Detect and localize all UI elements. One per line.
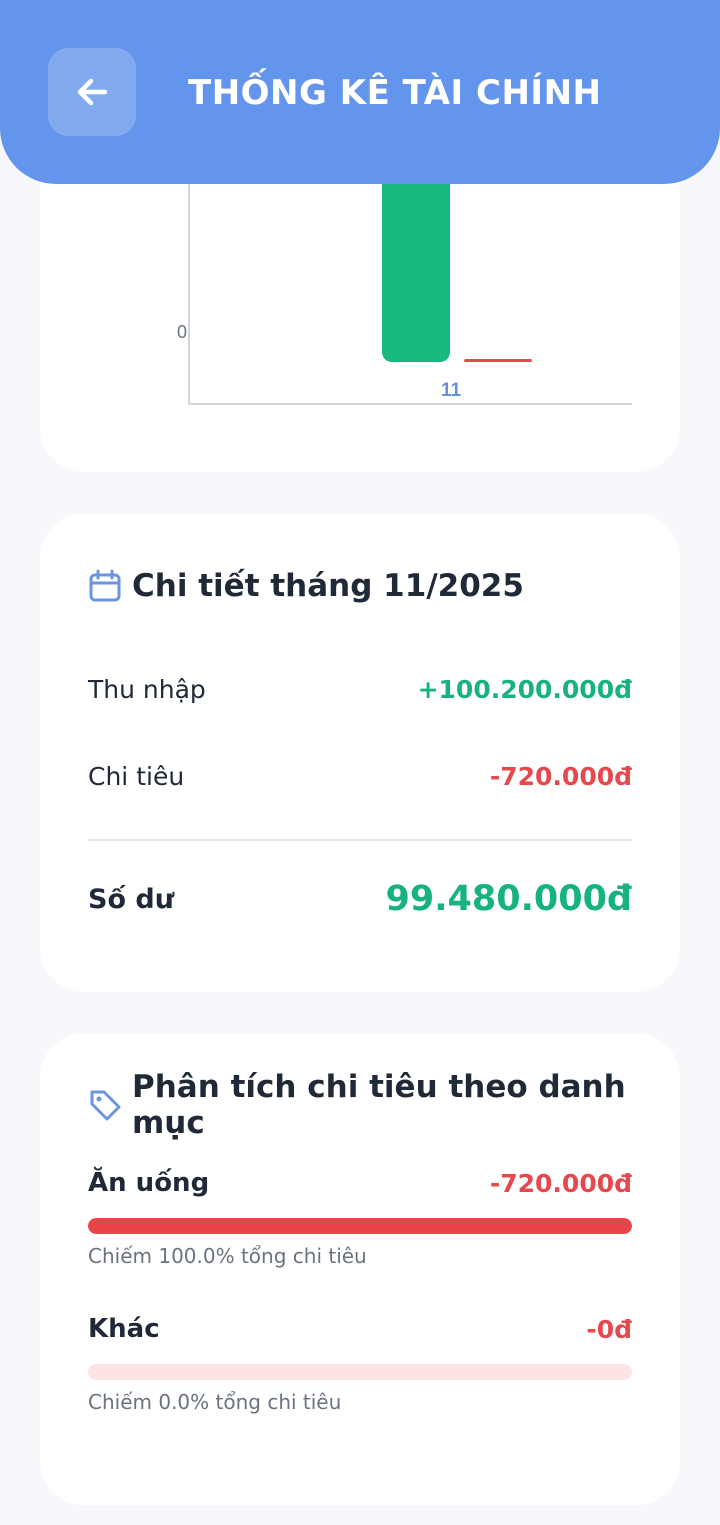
arrow-left-icon <box>72 72 112 112</box>
monthly-detail-card: Chi tiết tháng 11/2025 Thu nhập +100.200… <box>40 514 680 992</box>
back-button[interactable] <box>48 48 136 136</box>
expense-label: Chi tiêu <box>88 761 185 791</box>
category-share-note: Chiếm 0.0% tổng chi tiêu <box>88 1390 342 1414</box>
income-label: Thu nhập <box>88 674 206 704</box>
category-share-note: Chiếm 100.0% tổng chi tiêu <box>88 1244 367 1268</box>
expense-bar[interactable] <box>464 359 532 362</box>
detail-title: Chi tiết tháng 11/2025 <box>132 568 524 604</box>
category-item[interactable]: Ăn uống -720.000đ Chiếm 100.0% tổng chi … <box>88 1163 632 1268</box>
page-title: THỐNG KÊ TÀI CHÍNH <box>188 73 602 113</box>
y-tick-label: 0 <box>177 322 187 342</box>
category-item[interactable]: Khác -0đ Chiếm 0.0% tổng chi tiêu <box>88 1309 632 1414</box>
app-header: THỐNG KÊ TÀI CHÍNH <box>0 0 720 184</box>
category-amount: -0đ <box>586 1314 632 1344</box>
category-progress-fill <box>88 1218 632 1234</box>
x-tick-label: 11 <box>441 380 462 401</box>
category-analysis-card: Phân tích chi tiêu theo danh mục Ăn uống… <box>40 1033 680 1505</box>
category-name: Ăn uống <box>88 1168 210 1198</box>
balance-value: 99.480.000đ <box>385 879 632 919</box>
category-title: Phân tích chi tiêu theo danh mục <box>132 1069 626 1141</box>
balance-row: Số dư 99.480.000đ <box>88 874 632 924</box>
income-value: +100.200.000đ <box>417 674 632 704</box>
balance-label: Số dư <box>88 883 174 915</box>
statistics-screen: THỐNG KÊ TÀI CHÍNH 0 11 Chi tiết tháng 1… <box>0 0 720 1525</box>
category-name: Khác <box>88 1314 160 1344</box>
category-progress-track <box>88 1364 632 1380</box>
income-row: Thu nhập +100.200.000đ <box>88 669 632 709</box>
calendar-icon <box>88 569 122 603</box>
category-amount: -720.000đ <box>489 1168 632 1198</box>
expense-value: -720.000đ <box>489 761 632 791</box>
detail-heading: Chi tiết tháng 11/2025 <box>88 562 524 610</box>
category-progress-track <box>88 1218 632 1234</box>
expense-row: Chi tiêu -720.000đ <box>88 756 632 796</box>
category-heading: Phân tích chi tiêu theo danh mục <box>88 1069 680 1141</box>
tag-icon <box>88 1088 122 1122</box>
divider <box>88 839 632 841</box>
